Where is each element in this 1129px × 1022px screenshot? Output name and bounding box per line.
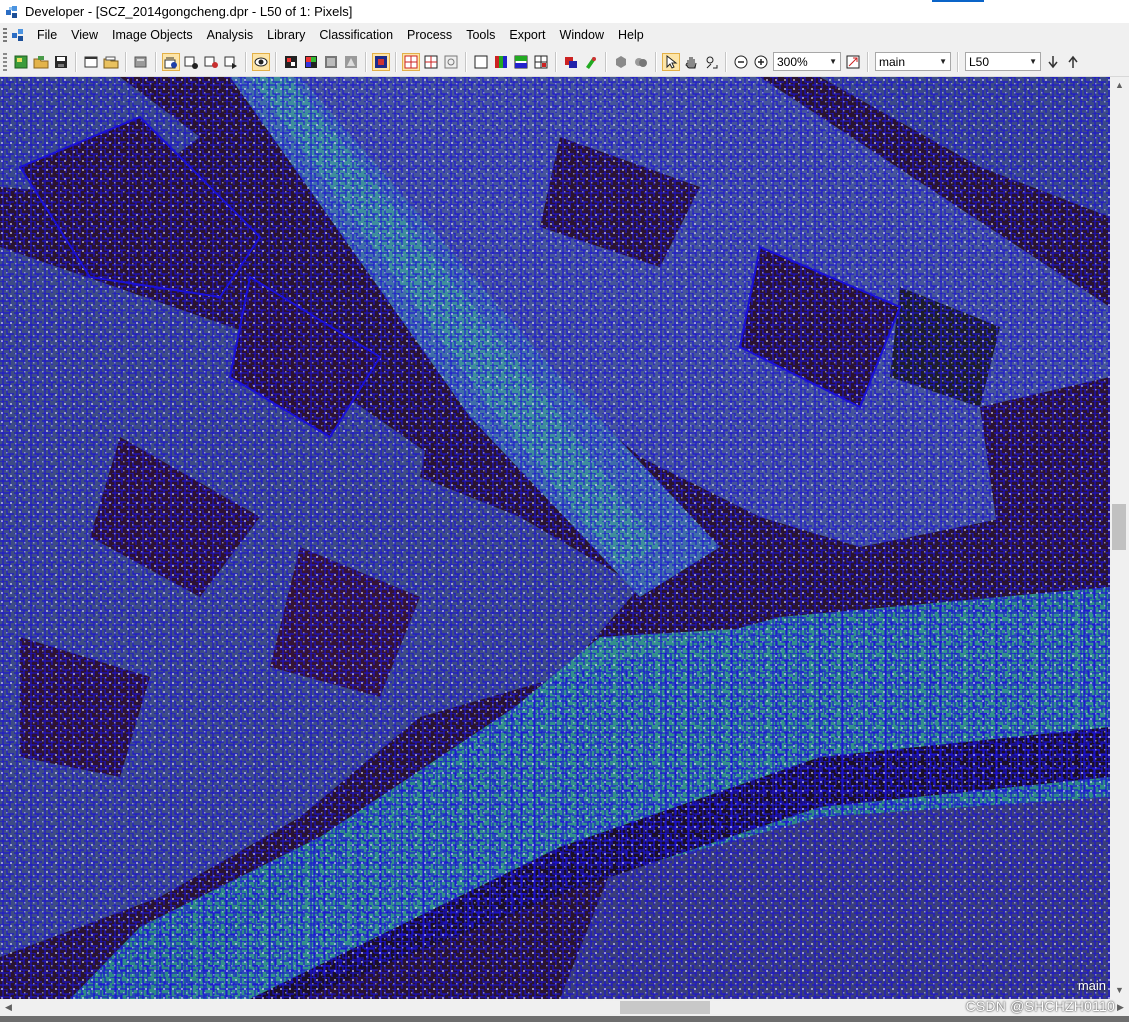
new-project-icon[interactable]: [12, 53, 30, 71]
zoom-out-icon[interactable]: [732, 53, 750, 71]
toolbar-separator: [725, 51, 727, 72]
menu-library[interactable]: Library: [260, 25, 312, 45]
mix-layers-icon[interactable]: [372, 52, 390, 71]
new-workspace-icon[interactable]: [82, 53, 100, 71]
pan-hand-icon[interactable]: [682, 53, 700, 71]
show-polygons-icon[interactable]: [422, 53, 440, 71]
zoom-fit-icon[interactable]: [844, 53, 862, 71]
menu-bar: File View Image Objects Analysis Library…: [0, 23, 1129, 47]
view-classification-icon[interactable]: [302, 53, 320, 71]
level-up-icon[interactable]: [1064, 53, 1082, 71]
menu-file[interactable]: File: [30, 25, 64, 45]
vertical-scroll-thumb[interactable]: [1112, 504, 1126, 550]
toolbar-separator: [655, 51, 657, 72]
zoom-combo[interactable]: 300% ▼: [773, 52, 841, 71]
open-project-icon[interactable]: [32, 53, 50, 71]
scroll-down-icon[interactable]: ▼: [1110, 982, 1129, 999]
scroll-up-icon[interactable]: ▲: [1110, 77, 1129, 94]
toolbar-separator: [465, 51, 467, 72]
scroll-left-icon[interactable]: ◀: [0, 999, 17, 1016]
menu-export[interactable]: Export: [502, 25, 552, 45]
menu-process[interactable]: Process: [400, 25, 459, 45]
status-bar: [0, 1016, 1129, 1022]
polygon-tool-icon[interactable]: [612, 53, 630, 71]
vertical-scrollbar[interactable]: ▲ ▼: [1110, 77, 1129, 999]
feature-view-icon[interactable]: [202, 53, 220, 71]
menu-app-icon[interactable]: [10, 27, 26, 43]
split-view-icon[interactable]: [512, 53, 530, 71]
open-workspace-icon[interactable]: [102, 53, 120, 71]
object-table-icon[interactable]: [182, 53, 200, 71]
save-project-icon[interactable]: [52, 53, 70, 71]
view-layers-icon[interactable]: [282, 53, 300, 71]
view-samples-icon[interactable]: [322, 53, 340, 71]
classify-icon[interactable]: [562, 53, 580, 71]
show-outlines-icon[interactable]: [402, 52, 420, 71]
level-down-icon[interactable]: [1044, 53, 1062, 71]
view-polygons-icon[interactable]: [342, 53, 360, 71]
menu-tools[interactable]: Tools: [459, 25, 502, 45]
menu-grip[interactable]: [3, 28, 7, 42]
sample-editor-icon[interactable]: [252, 52, 270, 71]
map-combo[interactable]: main ▼: [875, 52, 951, 71]
toolbar-separator: [245, 51, 247, 72]
toolbar-separator: [275, 51, 277, 72]
level-combo[interactable]: L50 ▼: [965, 52, 1041, 71]
segmentation-image[interactable]: [0, 77, 1110, 999]
tile-view-icon[interactable]: [532, 53, 550, 71]
toolbar-grip[interactable]: [3, 52, 7, 71]
main-toolbar: 300% ▼ main ▼ L50 ▼: [0, 47, 1129, 77]
app-icon: [4, 4, 20, 20]
toolbar-separator: [365, 51, 367, 72]
level-value: L50: [969, 54, 990, 69]
toolbar-separator: [555, 51, 557, 72]
select-cursor-icon[interactable]: [662, 52, 680, 71]
title-bar: Developer - [SCZ_2014gongcheng.dpr - L50…: [0, 0, 1129, 23]
manual-edit-icon[interactable]: [582, 53, 600, 71]
single-layer-icon[interactable]: [472, 53, 490, 71]
menu-view[interactable]: View: [64, 25, 105, 45]
show-skeletons-icon[interactable]: [442, 53, 460, 71]
menu-classification[interactable]: Classification: [312, 25, 400, 45]
toolbar-separator: [957, 51, 959, 72]
image-view[interactable]: main: [0, 77, 1110, 999]
image-object-info-icon[interactable]: [162, 52, 180, 71]
map-value: main: [879, 54, 906, 69]
toolbar-separator: [75, 51, 77, 72]
toolbar-separator: [605, 51, 607, 72]
toolbar-separator: [867, 51, 869, 72]
menu-analysis[interactable]: Analysis: [200, 25, 261, 45]
zoom-value: 300%: [777, 54, 808, 69]
menu-help[interactable]: Help: [611, 25, 651, 45]
horizontal-scroll-thumb[interactable]: [620, 1001, 710, 1014]
merge-tool-icon[interactable]: [632, 53, 650, 71]
horizontal-scrollbar[interactable]: ◀ ▶: [0, 999, 1129, 1016]
area-zoom-icon[interactable]: [702, 53, 720, 71]
chevron-down-icon: ▼: [939, 57, 947, 66]
menu-image-objects[interactable]: Image Objects: [105, 25, 200, 45]
map-overlay-label: main: [1077, 978, 1106, 993]
chevron-down-icon: ▼: [1029, 57, 1037, 66]
toolbar-separator: [125, 51, 127, 72]
title-accent: [932, 0, 984, 2]
chevron-down-icon: ▼: [829, 57, 837, 66]
zoom-in-icon[interactable]: [752, 53, 770, 71]
class-hierarchy-icon[interactable]: [222, 53, 240, 71]
toolbar-separator: [395, 51, 397, 72]
manage-data-icon[interactable]: [132, 53, 150, 71]
toolbar-separator: [155, 51, 157, 72]
window-title: Developer - [SCZ_2014gongcheng.dpr - L50…: [25, 4, 353, 19]
menu-window[interactable]: Window: [553, 25, 611, 45]
watermark-text: CSDN @SHCHZH0110: [965, 998, 1115, 1014]
three-layer-mix-icon[interactable]: [492, 53, 510, 71]
